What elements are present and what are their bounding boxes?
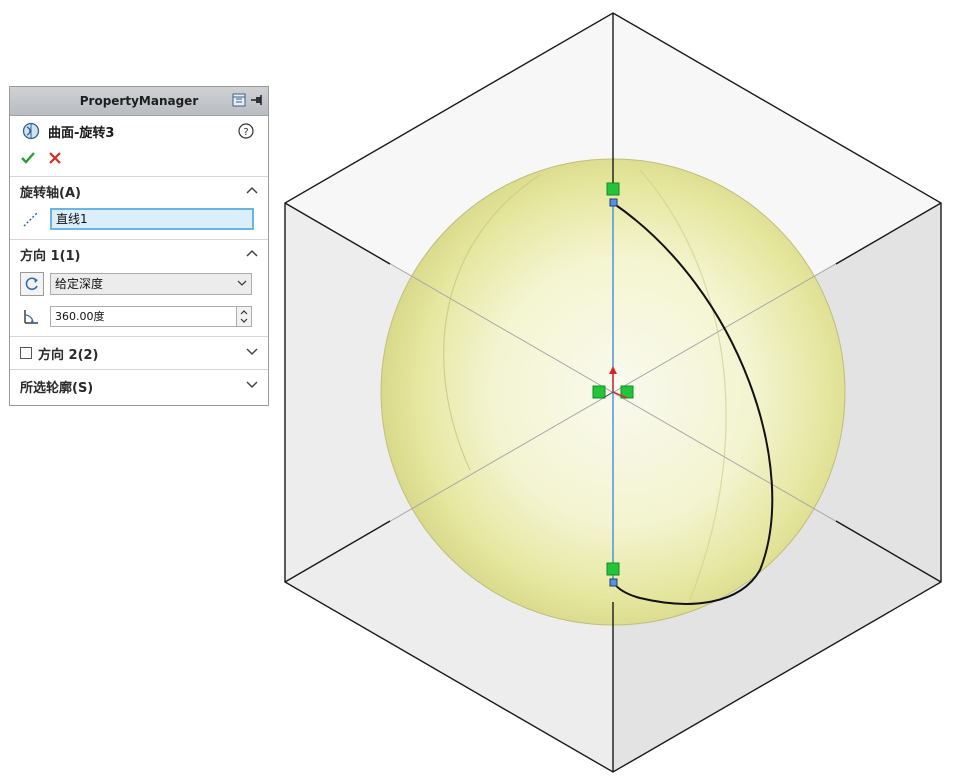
ok-button[interactable] <box>20 150 36 169</box>
chevron-up-icon[interactable] <box>246 247 258 262</box>
cancel-x-icon <box>49 151 61 164</box>
end-condition-row: 给定深度 <box>10 268 268 300</box>
section-profiles-header[interactable]: 所选轮廓(S) <box>10 369 268 402</box>
chevron-down-icon[interactable] <box>246 379 258 394</box>
axis-line-icon <box>20 208 42 230</box>
panel-options-icon[interactable] <box>232 93 246 110</box>
checkmark-icon <box>21 151 35 164</box>
pin-icon[interactable] <box>250 93 264 110</box>
feature-name: 曲面-旋转3 <box>48 125 115 141</box>
direction2-checkbox[interactable] <box>20 347 32 359</box>
revolve-angle-value: 360.00度 <box>55 309 105 323</box>
axis-field-row: 直线1 <box>10 205 268 233</box>
section-axis-title: 旋转轴(A) <box>20 185 81 201</box>
section-direction1-header[interactable]: 方向 1(1) <box>10 239 268 268</box>
chevron-up-icon[interactable] <box>246 184 258 199</box>
revolve-angle-input[interactable]: 360.00度 <box>50 305 252 327</box>
feature-title-row: 曲面-旋转3 ? <box>10 116 268 146</box>
sketch-point-bottom[interactable] <box>609 578 618 587</box>
surface-revolve-icon <box>20 120 42 142</box>
property-manager-header: PropertyManager <box>10 87 268 116</box>
section-direction2-header[interactable]: 方向 2(2) <box>10 336 268 369</box>
end-condition-select[interactable]: 给定深度 <box>50 273 252 295</box>
relation-marker-origin-left <box>592 385 606 399</box>
relation-marker-bottom <box>606 562 620 576</box>
svg-text:?: ? <box>243 127 248 138</box>
section-axis-header[interactable]: 旋转轴(A) <box>10 176 268 205</box>
property-manager-title: PropertyManager <box>79 94 199 108</box>
axis-selection-field[interactable]: 直线1 <box>50 208 254 230</box>
relation-marker-top <box>606 182 620 196</box>
angle-spinner[interactable] <box>236 306 251 326</box>
end-condition-value: 给定深度 <box>55 277 104 291</box>
section-direction2-title: 方向 2(2) <box>38 347 99 363</box>
property-manager-panel: PropertyManager 曲面-旋转3 ? 旋转轴(A) 直线1 方向 1… <box>9 86 269 406</box>
cancel-button[interactable] <box>48 151 62 168</box>
chevron-down-icon <box>237 276 247 296</box>
section-profiles-title: 所选轮廓(S) <box>20 380 94 396</box>
chevron-down-icon[interactable] <box>246 346 258 361</box>
ok-cancel-row <box>10 146 268 172</box>
reverse-direction-icon[interactable] <box>20 272 44 296</box>
section-direction1-title: 方向 1(1) <box>20 248 81 264</box>
sketch-point-top[interactable] <box>609 198 618 207</box>
angle-row: 360.00度 <box>10 300 268 332</box>
angle-icon <box>20 305 42 327</box>
help-icon[interactable]: ? <box>238 123 254 142</box>
